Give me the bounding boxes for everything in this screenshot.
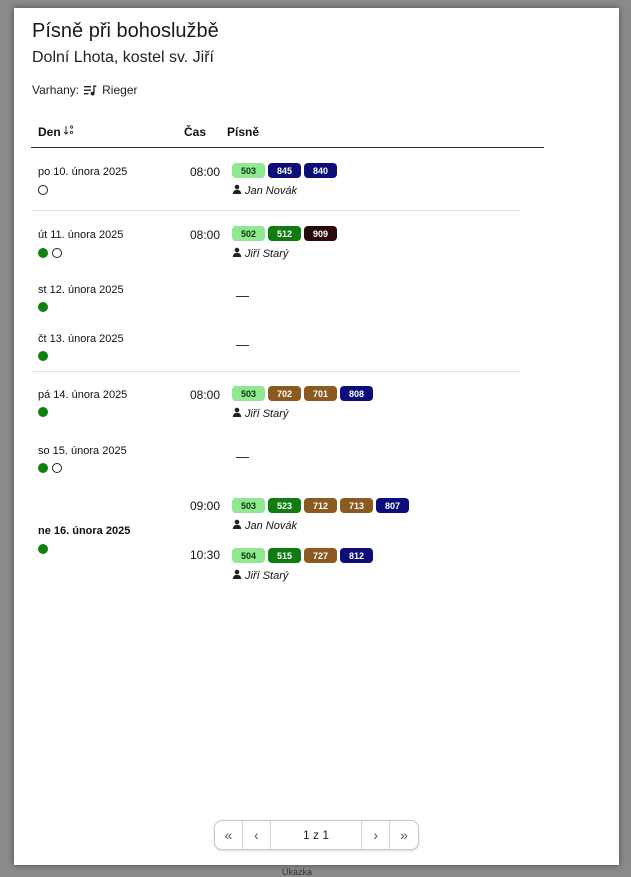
song-chip[interactable]: 503 [232, 498, 265, 513]
service-time: 09:00 [190, 499, 221, 513]
service-time: 08:00 [190, 228, 221, 242]
song-list: 503 523 712 713 807 [232, 498, 409, 513]
song-chip[interactable]: 812 [340, 548, 373, 563]
day-date: pá 14. února 2025 [38, 389, 128, 401]
column-songs-header: Písně [227, 125, 260, 139]
organ-label: Varhany: [32, 83, 80, 97]
song-chip[interactable]: 845 [268, 163, 301, 178]
celebrant: Jiří Starý [232, 407, 288, 420]
status-dot-full [38, 302, 48, 312]
music-list-icon [84, 85, 97, 96]
organ-name: Rieger [102, 83, 138, 97]
song-chip[interactable]: 712 [304, 498, 337, 513]
status-dot-full [38, 351, 48, 361]
song-chip[interactable]: 701 [304, 386, 337, 401]
song-chip[interactable]: 503 [232, 386, 265, 401]
day-status [38, 544, 48, 554]
day-status [38, 407, 48, 417]
song-chip[interactable]: 808 [340, 386, 373, 401]
day-date: st 12. února 2025 [38, 284, 124, 296]
status-dot-empty [52, 463, 62, 473]
song-chip[interactable]: 727 [304, 548, 337, 563]
song-chip[interactable]: 807 [376, 498, 409, 513]
song-chip[interactable]: 515 [268, 548, 301, 563]
day-status [38, 351, 48, 361]
celebrant-name: Jiří Starý [245, 407, 289, 420]
service-time: 10:30 [190, 548, 221, 562]
organ-info: Varhany: Rieger [32, 83, 138, 97]
page-title: Písně při bohoslužbě [32, 20, 219, 42]
no-service-mark: — [236, 337, 249, 352]
day-date: po 10. února 2025 [38, 166, 128, 178]
song-chip[interactable]: 503 [232, 163, 265, 178]
person-icon [232, 184, 242, 197]
song-list: 502 512 909 [232, 226, 337, 241]
song-chip[interactable]: 512 [268, 226, 301, 241]
day-date-today: ne 16. února 2025 [38, 525, 131, 537]
song-chip[interactable]: 909 [304, 226, 337, 241]
song-chip[interactable]: 713 [340, 498, 373, 513]
status-dot-full [38, 463, 48, 473]
song-chip[interactable]: 702 [268, 386, 301, 401]
song-list: 503 845 840 [232, 163, 337, 178]
status-dot-full [38, 407, 48, 417]
next-page-button[interactable]: › [362, 821, 391, 849]
day-date: út 11. února 2025 [38, 229, 124, 241]
day-date: so 15. února 2025 [38, 445, 127, 457]
celebrant: Jan Novák [232, 519, 297, 532]
song-chip[interactable]: 840 [304, 163, 337, 178]
celebrant-name: Jiří Starý [245, 247, 289, 260]
pagination: « ‹ 1 z 1 › » [214, 820, 419, 850]
last-page-button[interactable]: » [390, 821, 418, 849]
no-service-mark: — [236, 449, 249, 464]
page-info: 1 z 1 [271, 821, 363, 849]
status-dot-full [38, 248, 48, 258]
column-time-header: Čas [184, 125, 207, 139]
table-header: Den Čas Písně [31, 120, 544, 148]
prev-page-button[interactable]: ‹ [243, 821, 271, 849]
celebrant: Jiří Starý [232, 247, 288, 260]
no-service-mark: — [236, 288, 249, 303]
first-page-button[interactable]: « [215, 821, 243, 849]
song-chip[interactable]: 523 [268, 498, 301, 513]
song-chip[interactable]: 504 [232, 548, 265, 563]
person-icon [232, 247, 242, 260]
song-chip[interactable]: 502 [232, 226, 265, 241]
song-list: 504 515 727 812 [232, 548, 373, 563]
page-subtitle: Dolní Lhota, kostel sv. Jiří [32, 49, 214, 66]
column-day-label: Den [38, 125, 61, 139]
person-icon [232, 407, 242, 420]
row-divider [31, 210, 521, 211]
song-list: 503 702 701 808 [232, 386, 373, 401]
sort-icon[interactable] [63, 125, 75, 139]
celebrant: Jiří Starý [232, 569, 288, 582]
celebrant-name: Jiří Starý [245, 569, 289, 582]
document-page: Písně při bohoslužbě Dolní Lhota, kostel… [14, 8, 619, 865]
row-divider [31, 371, 521, 372]
day-status [38, 463, 62, 473]
celebrant: Jan Novák [232, 184, 297, 197]
service-time: 08:00 [190, 165, 221, 179]
day-date: čt 13. února 2025 [38, 333, 124, 345]
day-status [38, 185, 48, 195]
day-status [38, 248, 62, 258]
service-time: 08:00 [190, 388, 221, 402]
day-status [38, 302, 48, 312]
celebrant-name: Jan Novák [245, 184, 297, 197]
status-dot-empty [38, 185, 48, 195]
person-icon [232, 569, 242, 582]
celebrant-name: Jan Novák [245, 519, 297, 532]
status-dot-empty [52, 248, 62, 258]
person-icon [232, 519, 242, 532]
status-dot-full [38, 544, 48, 554]
column-day-header[interactable]: Den [38, 125, 75, 139]
